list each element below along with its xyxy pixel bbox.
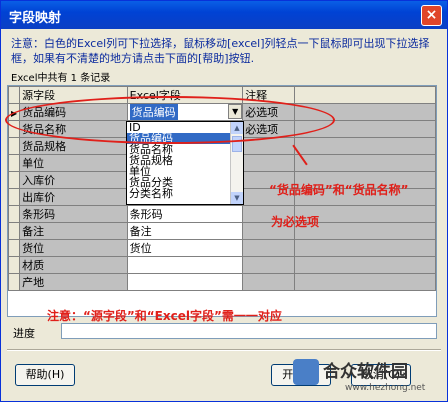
source-field-cell: 材质 [19, 256, 128, 274]
annotation-required-suffix: 为必选项 [271, 215, 320, 229]
progress-bar [61, 323, 437, 339]
blank-cell [294, 239, 436, 257]
source-field-cell: 货位 [19, 239, 128, 257]
note-cell [242, 154, 296, 172]
excel-field-cell[interactable] [126, 273, 244, 291]
blank-cell [294, 256, 436, 274]
excel-field-cell[interactable]: 条形码 [126, 205, 244, 223]
note-cell [242, 239, 296, 257]
help-button[interactable]: 帮助(H) [15, 364, 75, 386]
excel-field-cell[interactable] [126, 256, 244, 274]
row-selector [8, 256, 21, 274]
table-row[interactable]: 备注 备注 [8, 222, 436, 240]
excel-field-cell[interactable]: 备注 [126, 222, 244, 240]
table-row[interactable]: 货位 货位 [8, 239, 436, 257]
blank-cell [294, 273, 436, 291]
row-selector [8, 137, 21, 155]
row-selector [8, 171, 21, 189]
source-field-cell: 单位 [19, 154, 128, 172]
annotation-correspondence: 注意：“源字段”和“Excel字段”需一一对应 [47, 309, 282, 323]
note-cell [242, 273, 296, 291]
watermark: 合众软件园 www.hezhong.net [293, 355, 443, 401]
dropdown-option[interactable]: 分类名称 [127, 188, 243, 199]
excel-field-cell[interactable]: 货位 [126, 239, 244, 257]
field-mapping-dialog: 字段映射 × 注意：白色的Excel列可下拉选择，鼠标移动[excel]列轻点一… [0, 0, 448, 402]
source-field-cell: 产地 [19, 273, 128, 291]
source-field-cell: 入库价 [19, 171, 128, 189]
note-cell [242, 256, 296, 274]
progress-label: 进度 [13, 327, 35, 340]
brand-logo-icon [293, 359, 319, 385]
blank-cell [294, 137, 436, 155]
watermark-brand: 合众软件园 [323, 362, 408, 382]
source-field-cell: 条形码 [19, 205, 128, 223]
blank-cell [294, 154, 436, 172]
column-header-blank [294, 86, 436, 104]
scroll-down-icon[interactable]: ▼ [231, 192, 243, 204]
close-button[interactable]: × [421, 5, 442, 26]
divider [7, 349, 441, 351]
window-title: 字段映射 [9, 11, 62, 26]
annotation-required-fields: “货品编码”和“货品名称” [269, 183, 409, 197]
table-row[interactable]: 产地 [8, 273, 436, 291]
highlight-ellipse [5, 96, 335, 144]
row-selector [8, 154, 21, 172]
source-field-cell: 出库价 [19, 188, 128, 206]
table-row[interactable]: 条形码 条形码 [8, 205, 436, 223]
row-selector [8, 239, 21, 257]
row-selector [8, 222, 21, 240]
source-field-cell: 备注 [19, 222, 128, 240]
row-selector [8, 205, 21, 223]
notice-text: 注意：白色的Excel列可下拉选择，鼠标移动[excel]列轻点一下鼠标即可出现… [11, 37, 430, 65]
table-row[interactable]: 材质 [8, 256, 436, 274]
row-selector [8, 273, 21, 291]
watermark-url: www.hezhong.net [345, 383, 426, 393]
record-count: Excel中共有 1 条记录 [11, 73, 111, 84]
row-selector [8, 188, 21, 206]
row-selector-header [8, 86, 21, 104]
title-bar[interactable]: 字段映射 × [1, 1, 447, 29]
